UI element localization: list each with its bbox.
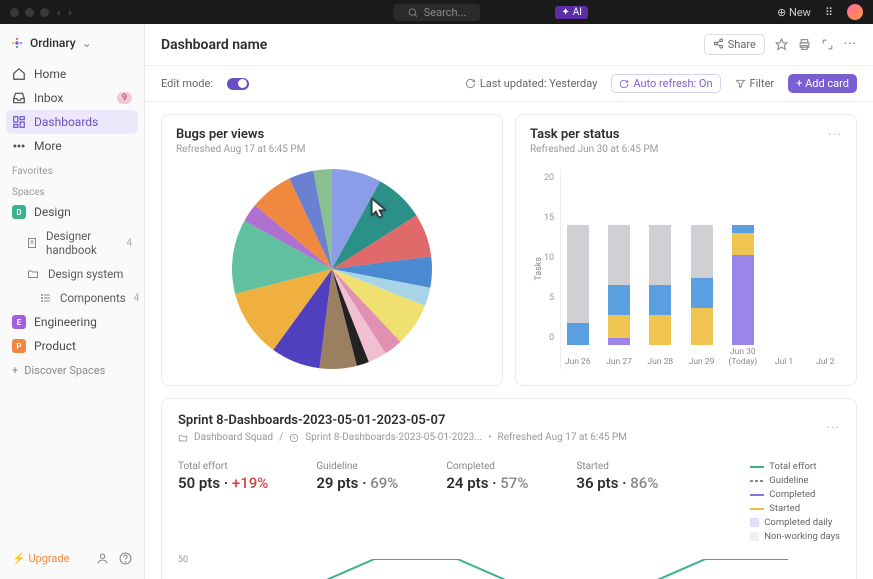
edit-mode-toggle[interactable] — [227, 78, 249, 90]
new-button[interactable]: ⊕ New — [777, 6, 811, 19]
card-refreshed: Refreshed Aug 17 at 6:45 PM — [176, 144, 488, 155]
space-child[interactable]: Designer handbook4 — [6, 224, 138, 262]
y-axis-label: Tasks — [530, 257, 544, 281]
workspace-logo-icon — [10, 36, 24, 50]
star-icon[interactable] — [775, 38, 788, 51]
search-placeholder: Search... — [424, 6, 467, 19]
legend-item: Total effort — [750, 461, 840, 472]
sprint-icon — [289, 433, 299, 443]
bar-column: Jun 26 — [561, 169, 594, 345]
folder-icon — [26, 267, 40, 281]
dashboard-toolbar: Edit mode: Last updated: Yesterday Auto … — [145, 66, 873, 102]
expand-icon[interactable] — [821, 38, 834, 51]
metric-total-effort: Total effort50 pts · +19% — [178, 461, 268, 545]
bar-column: Jul 2 — [809, 169, 842, 345]
back-icon[interactable]: ‹ — [57, 6, 60, 19]
space-design[interactable]: DDesign — [6, 200, 138, 224]
pie-chart — [232, 169, 432, 369]
legend-item: Non-working days — [750, 531, 840, 542]
sidebar-item-home[interactable]: Home — [6, 62, 138, 86]
traffic-lights — [10, 8, 49, 17]
main-content: Dashboard name Share ··· Edit mode: Last… — [145, 24, 873, 579]
upgrade-button[interactable]: ⚡ Upgrade — [12, 552, 69, 565]
bar-column: Jun 28 — [644, 169, 677, 345]
chevron-down-icon: ⌄ — [82, 36, 92, 50]
metric-completed: Completed24 pts · 57% — [446, 461, 528, 545]
global-search[interactable]: Search... — [393, 4, 481, 21]
user-icon[interactable] — [96, 552, 109, 565]
legend-item: Started — [750, 503, 840, 514]
list-icon — [40, 291, 52, 305]
ytick: 50 — [178, 555, 188, 565]
share-button[interactable]: Share — [704, 34, 765, 55]
share-icon — [713, 38, 724, 49]
search-icon — [407, 7, 418, 18]
doc-icon — [26, 236, 38, 250]
autorefresh-icon — [619, 79, 629, 89]
filter-icon — [735, 78, 746, 89]
sprint-card: Sprint 8-Dashboards-2023-05-01-2023-05-0… — [161, 398, 857, 579]
workspace-switcher[interactable]: Ordinary ⌄ — [6, 32, 138, 54]
last-updated: Last updated: Yesterday — [465, 77, 598, 90]
filter-button[interactable]: Filter — [735, 77, 775, 90]
favorites-header: Favorites — [6, 158, 138, 179]
card-menu-icon[interactable]: ··· — [826, 420, 840, 436]
task-per-status-card: ··· Task per status Refreshed Jun 30 at … — [515, 114, 857, 386]
sidebar-item-more[interactable]: More — [6, 134, 138, 158]
card-menu-icon[interactable]: ··· — [828, 127, 842, 143]
home-icon — [12, 67, 26, 81]
bar-column: Jun 30(Today) — [726, 169, 759, 345]
cursor-icon — [370, 197, 388, 219]
line-chart: 50 40 30 — [178, 559, 840, 579]
card-refreshed: Refreshed Jun 30 at 6:45 PM — [530, 144, 842, 155]
bar-column: Jun 27 — [602, 169, 635, 345]
sidebar-item-dashboards[interactable]: Dashboards — [6, 110, 138, 134]
sprint-breadcrumb: Dashboard Squad / Sprint 8-Dashboards-20… — [178, 432, 826, 443]
sprint-title: Sprint 8-Dashboards-2023-05-01-2023-05-0… — [178, 413, 826, 428]
refresh-icon — [465, 78, 476, 89]
os-topbar: ‹ › Search... ✦ AI ⊕ New ⠿ — [0, 0, 873, 24]
inbox-icon — [12, 91, 26, 105]
forward-icon[interactable]: › — [68, 6, 71, 19]
nav-arrows[interactable]: ‹ › — [57, 6, 72, 19]
space-child[interactable]: Components4 — [6, 286, 138, 310]
apps-icon[interactable]: ⠿ — [825, 6, 833, 19]
sidebar-item-inbox[interactable]: Inbox9 — [6, 86, 138, 110]
space-child[interactable]: Design system — [6, 262, 138, 286]
legend-item: Completed daily — [750, 517, 840, 528]
space-product[interactable]: PProduct — [6, 334, 138, 358]
print-icon[interactable] — [798, 38, 811, 51]
spaces-header: Spaces — [6, 179, 138, 200]
auto-refresh-pill[interactable]: Auto refresh: On — [611, 74, 720, 93]
bar-column: Jul 1 — [767, 169, 800, 345]
avatar[interactable] — [847, 4, 863, 20]
more-icon — [12, 139, 26, 153]
metric-started: Started36 pts · 86% — [576, 461, 658, 545]
bar-column: Jun 29 — [685, 169, 718, 345]
card-title: Task per status — [530, 127, 842, 142]
workspace-name: Ordinary — [30, 36, 76, 50]
page-title: Dashboard name — [161, 37, 267, 53]
plus-icon: + — [12, 364, 18, 377]
bugs-per-views-card: Bugs per views Refreshed Aug 17 at 6:45 … — [161, 114, 503, 386]
metric-guideline: Guideline29 pts · 69% — [316, 461, 398, 545]
sidebar: Ordinary ⌄ HomeInbox9DashboardsMore Favo… — [0, 24, 145, 579]
page-header: Dashboard name Share ··· — [145, 24, 873, 66]
ai-button[interactable]: ✦ AI — [555, 6, 588, 19]
legend-item: Completed — [750, 489, 840, 500]
legend-item: Guideline — [750, 475, 840, 486]
help-icon[interactable] — [119, 552, 132, 565]
bar-chart: Tasks 20151050 Jun 26Jun 27Jun 28Jun 29J… — [530, 169, 842, 369]
discover-spaces[interactable]: + Discover Spaces — [6, 358, 138, 383]
space-engineering[interactable]: EEngineering — [6, 310, 138, 334]
folder-icon — [178, 433, 188, 443]
add-card-button[interactable]: + Add card — [788, 74, 857, 93]
more-icon[interactable]: ··· — [844, 37, 857, 52]
card-title: Bugs per views — [176, 127, 488, 142]
dashboard-icon — [12, 115, 26, 129]
edit-mode-label: Edit mode: — [161, 77, 213, 90]
